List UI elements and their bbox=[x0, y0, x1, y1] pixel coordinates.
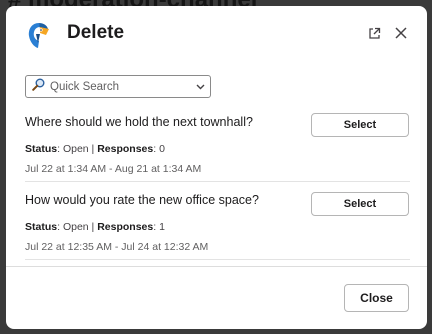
close-icon[interactable] bbox=[392, 24, 410, 42]
responses-label: Responses bbox=[97, 221, 154, 233]
poll-date-range: Jul 22 at 1:34 AM - Aug 21 at 1:34 AM bbox=[25, 163, 202, 175]
close-button[interactable]: Close bbox=[344, 284, 409, 312]
modal-body: Quick Search Where should we hold the ne… bbox=[6, 64, 427, 266]
poll-date-range: Jul 22 at 12:35 AM - Jul 24 at 12:32 AM bbox=[25, 241, 209, 253]
status-label: Status bbox=[25, 143, 58, 155]
status-separator: | bbox=[91, 221, 95, 233]
poll-question: Where should we hold the next townhall? bbox=[25, 115, 253, 129]
parrot-icon bbox=[26, 21, 52, 49]
external-link-icon[interactable] bbox=[365, 24, 383, 42]
status-value: Open bbox=[62, 221, 89, 233]
responses-value: 0 bbox=[159, 143, 165, 155]
modal-title: Delete bbox=[67, 22, 125, 43]
responses-value: 1 bbox=[159, 221, 165, 233]
poll-divider bbox=[25, 181, 410, 182]
status-label: Status bbox=[25, 221, 58, 233]
status-separator: | bbox=[91, 143, 95, 155]
poll-question: How would you rate the new office space? bbox=[25, 193, 259, 207]
poll-divider bbox=[25, 259, 410, 260]
modal-header: Delete bbox=[6, 6, 427, 64]
poll-status: Status: Open | Responses: 0 bbox=[25, 143, 165, 155]
poll-status: Status: Open | Responses: 1 bbox=[25, 221, 165, 233]
status-value: Open bbox=[62, 143, 89, 155]
delete-poll-modal: Delete Quick Search Where should we hold… bbox=[6, 6, 427, 329]
poll-item: Where should we hold the next townhall? … bbox=[25, 113, 410, 181]
quick-search-select[interactable]: Quick Search bbox=[25, 75, 211, 98]
select-button[interactable]: Select bbox=[311, 113, 409, 137]
footer-divider bbox=[6, 266, 427, 267]
select-button[interactable]: Select bbox=[311, 192, 409, 216]
search-placeholder: Quick Search bbox=[50, 80, 120, 93]
poll-item: How would you rate the new office space?… bbox=[25, 192, 410, 259]
responses-label: Responses bbox=[97, 143, 154, 155]
chevron-down-icon[interactable] bbox=[190, 84, 210, 90]
magnifier-icon bbox=[32, 78, 45, 96]
